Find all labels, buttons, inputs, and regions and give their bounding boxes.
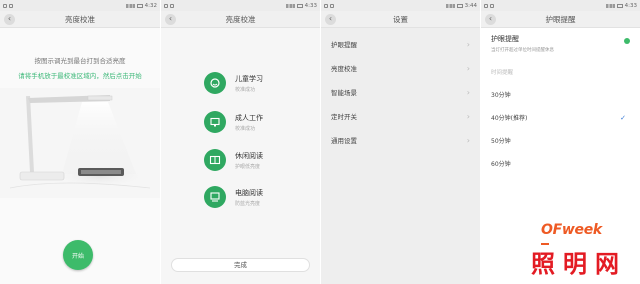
chevron-right-icon: › [466,87,470,97]
signal-icon [445,3,455,8]
settings-item-brightness-calibration[interactable]: 亮度校准 › [321,56,480,80]
nav-bar: ‹ 设置 [321,11,480,28]
page-title: 亮度校准 [65,14,95,24]
nav-bar: ‹ 护眼提醒 [481,11,640,28]
lamp-illustration [0,88,160,198]
eye-reminder-title: 护眼提醒 [491,35,519,43]
option-label: 50分钟 [491,138,511,145]
calibration-modes-screen: 4:33 ‹ 亮度校准 儿童学习 校准成功 成人工作 校准成功 休闲阅读 护眼低… [161,0,320,284]
option-label: 60分钟 [491,161,511,168]
back-button[interactable]: ‹ [165,13,176,25]
eye-reminder-toggle-row[interactable]: 护眼提醒 当灯打开超过单位时间提醒休息 [481,28,640,58]
settings-item-timer-switch[interactable]: 定时开关 › [321,104,480,128]
status-time: 4:32 [144,2,157,9]
watermark-site: 照明网 [531,249,627,278]
mode-item-computer-reading[interactable]: 电脑阅读 防蓝光亮度 [204,186,263,208]
mode-item-adult-work[interactable]: 成人工作 校准成功 [204,111,263,133]
status-bar: 4:33 [481,0,640,11]
mode-title: 成人工作 [235,113,263,122]
battery-icon [456,3,463,8]
notification-icon [170,3,174,8]
page-title: 亮度校准 [225,14,256,24]
notification-icon [3,3,7,8]
back-button[interactable]: ‹ [485,13,496,25]
page-title: 设置 [393,14,408,24]
chevron-right-icon: › [466,111,470,121]
instruction-highlight: 请将手机放于最校准区域内，然后点击开始 [18,72,142,80]
back-button[interactable]: ‹ [325,13,336,25]
notification-icon [9,3,13,8]
start-button[interactable]: 开始 [63,240,93,270]
mode-title: 休闲阅读 [235,151,263,160]
option-30-min[interactable]: 30分钟 [481,83,640,106]
brightness-calibration-screen: 4:32 ‹ 亮度校准 按图示调光到最台打到合适亮度 请将手机放于最校准区域内，… [0,0,160,284]
nav-bar: ‹ 亮度校准 [0,11,160,28]
option-60-min[interactable]: 60分钟 [481,152,640,175]
status-time: 3:44 [464,2,477,9]
page-title: 护眼提醒 [545,14,576,24]
signal-icon [125,3,135,8]
status-time: 4:33 [304,2,317,9]
section-label: 时间提醒 [491,70,514,76]
chevron-right-icon: › [466,135,470,145]
battery-icon [616,3,623,8]
book-icon [204,149,226,171]
notification-icon [490,3,494,8]
settings-item-label: 通用设置 [331,137,357,145]
option-label: 30分钟 [491,92,511,99]
chevron-right-icon: › [466,39,470,49]
option-40-min[interactable]: 40分钟(推荐) ✓ [481,106,640,129]
option-50-min[interactable]: 50分钟 [481,129,640,152]
eye-reminder-description: 当灯打开超过单位时间提醒休息 [491,48,554,53]
option-label: 40分钟(推荐) [491,115,528,122]
watermark-brand: OFweek [541,222,602,238]
notification-icon [164,3,168,8]
toggle-on-indicator[interactable] [624,38,630,44]
computer-icon [204,186,226,208]
chevron-left-icon: ‹ [488,14,493,23]
done-button[interactable]: 完成 [171,258,310,272]
mode-subtitle: 护眼低亮度 [235,163,261,170]
notification-icon [324,3,328,8]
chevron-left-icon: ‹ [7,14,12,23]
settings-list: 护眼提醒 › 亮度校准 › 智能场景 › 定时开关 › 通用设置 › [321,32,480,152]
battery-icon [136,3,143,8]
settings-item-eye-reminder[interactable]: 护眼提醒 › [321,32,480,56]
child-study-icon [204,72,226,94]
settings-item-label: 智能场景 [331,89,357,97]
nav-bar: ‹ 亮度校准 [161,11,320,28]
mode-subtitle: 校准成功 [235,86,256,93]
check-icon: ✓ [620,113,626,122]
monitor-icon [204,111,226,133]
settings-item-smart-scene[interactable]: 智能场景 › [321,80,480,104]
mode-title: 儿童学习 [235,74,263,83]
status-bar: 4:32 [0,0,160,11]
battery-icon [296,3,303,8]
eye-reminder-screen: 4:33 ‹ 护眼提醒 护眼提醒 当灯打开超过单位时间提醒休息 时间提醒 30分… [481,0,640,284]
mode-item-leisure-reading[interactable]: 休闲阅读 护眼低亮度 [204,149,263,171]
mode-item-child-study[interactable]: 儿童学习 校准成功 [204,72,263,94]
status-bar: 4:33 [161,0,320,11]
settings-item-general[interactable]: 通用设置 › [321,128,480,152]
chevron-right-icon: › [466,63,470,73]
back-button[interactable]: ‹ [4,13,15,25]
signal-icon [605,3,615,8]
chevron-left-icon: ‹ [168,14,173,23]
status-time: 4:33 [624,2,637,9]
notification-icon [330,3,334,8]
mode-title: 电脑阅读 [235,188,263,197]
mode-subtitle: 防蓝光亮度 [235,200,261,207]
settings-item-label: 亮度校准 [331,65,357,73]
settings-item-label: 护眼提醒 [331,41,357,49]
mode-subtitle: 校准成功 [235,125,256,132]
settings-item-label: 定时开关 [331,113,357,121]
instruction-text: 按图示调光到最台打到合适亮度 [34,57,126,65]
signal-icon [285,3,295,8]
notification-icon [484,3,488,8]
chevron-left-icon: ‹ [328,14,333,23]
settings-screen: 3:44 ‹ 设置 护眼提醒 › 亮度校准 › 智能场景 › 定时开关 › 通用设置 › [321,0,480,284]
status-bar: 3:44 [321,0,480,11]
